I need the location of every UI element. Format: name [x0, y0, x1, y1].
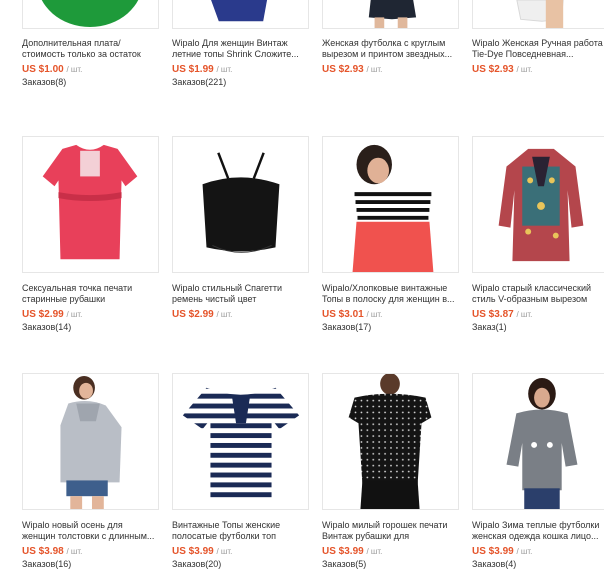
product-price: US $1.00 / шт. [22, 64, 83, 75]
product-title[interactable]: Дополнительная плата/стоимость только за… [22, 38, 157, 60]
order-count: Заказов(4) [472, 559, 517, 569]
product-image[interactable] [172, 0, 309, 29]
order-count: Заказов(16) [22, 559, 72, 569]
product-card[interactable]: Женская футболка с круглым вырезом и при… [322, 0, 462, 77]
product-card[interactable]: Сексуальная точка печати старинные рубаш… [22, 136, 162, 333]
product-card[interactable]: Wipalo Женская Ручная работа Tie-Dye Пов… [472, 0, 604, 77]
product-card[interactable]: Wipalo милый горошек печати Винтаж рубаш… [322, 373, 462, 570]
order-count: Заказов(17) [322, 322, 372, 332]
product-title[interactable]: Wipalo старый классический стиль V-образ… [472, 283, 604, 305]
product-card[interactable]: Wipalo новый осень для женщин толстовки … [22, 373, 162, 570]
product-price: US $3.99 / шт. [472, 546, 533, 557]
order-count: Заказов(221) [172, 77, 227, 87]
product-image[interactable] [22, 136, 159, 273]
product-image[interactable] [22, 0, 159, 29]
order-count: Заказов(14) [22, 322, 72, 332]
product-title[interactable]: Винтажные Топы женские полосатые футболк… [172, 520, 307, 542]
product-image[interactable] [172, 136, 309, 273]
product-card[interactable]: Wipalo стильный Спагетти ремень чистый ц… [172, 136, 312, 322]
order-count: Заказ(1) [472, 322, 507, 332]
order-count: Заказов(8) [22, 77, 67, 87]
product-title[interactable]: Wipalo/Хлопковые винтажные Топы в полоск… [322, 283, 457, 305]
product-image[interactable] [322, 0, 459, 29]
product-image[interactable] [172, 373, 309, 510]
product-title[interactable]: Wipalo милый горошек печати Винтаж рубаш… [322, 520, 457, 542]
product-price: US $2.93 / шт. [472, 64, 533, 75]
product-image[interactable] [322, 136, 459, 273]
product-title[interactable]: Сексуальная точка печати старинные рубаш… [22, 283, 157, 305]
product-card[interactable]: Wipalo Для женщин Винтаж летние топы Shr… [172, 0, 312, 88]
product-card[interactable]: Wipalo Зима теплые футболки женская одеж… [472, 373, 604, 570]
product-title[interactable]: Wipalo стильный Спагетти ремень чистый ц… [172, 283, 307, 305]
product-image[interactable] [322, 373, 459, 510]
order-count: Заказов(20) [172, 559, 222, 569]
product-title[interactable]: Wipalo Для женщин Винтаж летние топы Shr… [172, 38, 307, 60]
product-image[interactable] [472, 136, 604, 273]
product-image[interactable] [472, 373, 604, 510]
order-count: Заказов(5) [322, 559, 367, 569]
product-title[interactable]: Женская футболка с круглым вырезом и при… [322, 38, 457, 60]
product-price: US $1.99 / шт. [172, 64, 233, 75]
product-price: US $2.99 / шт. [172, 309, 233, 320]
product-card[interactable]: Wipalo/Хлопковые винтажные Топы в полоск… [322, 136, 462, 333]
product-title[interactable]: Wipalo Зима теплые футболки женская одеж… [472, 520, 604, 542]
product-price: US $3.98 / шт. [22, 546, 83, 557]
product-title[interactable]: Wipalo Женская Ручная работа Tie-Dye Пов… [472, 38, 604, 60]
product-price: US $3.01 / шт. [322, 309, 383, 320]
product-image[interactable] [22, 373, 159, 510]
product-price: US $3.87 / шт. [472, 309, 533, 320]
product-price: US $2.93 / шт. [322, 64, 383, 75]
product-card[interactable]: Wipalo старый классический стиль V-образ… [472, 136, 604, 333]
product-price: US $3.99 / шт. [322, 546, 383, 557]
product-card[interactable]: Винтажные Топы женские полосатые футболк… [172, 373, 312, 570]
product-title[interactable]: Wipalo новый осень для женщин толстовки … [22, 520, 157, 542]
product-card[interactable]: Дополнительная плата/стоимость только за… [22, 0, 162, 88]
product-price: US $2.99 / шт. [22, 309, 83, 320]
product-image[interactable] [472, 0, 604, 29]
product-price: US $3.99 / шт. [172, 546, 233, 557]
